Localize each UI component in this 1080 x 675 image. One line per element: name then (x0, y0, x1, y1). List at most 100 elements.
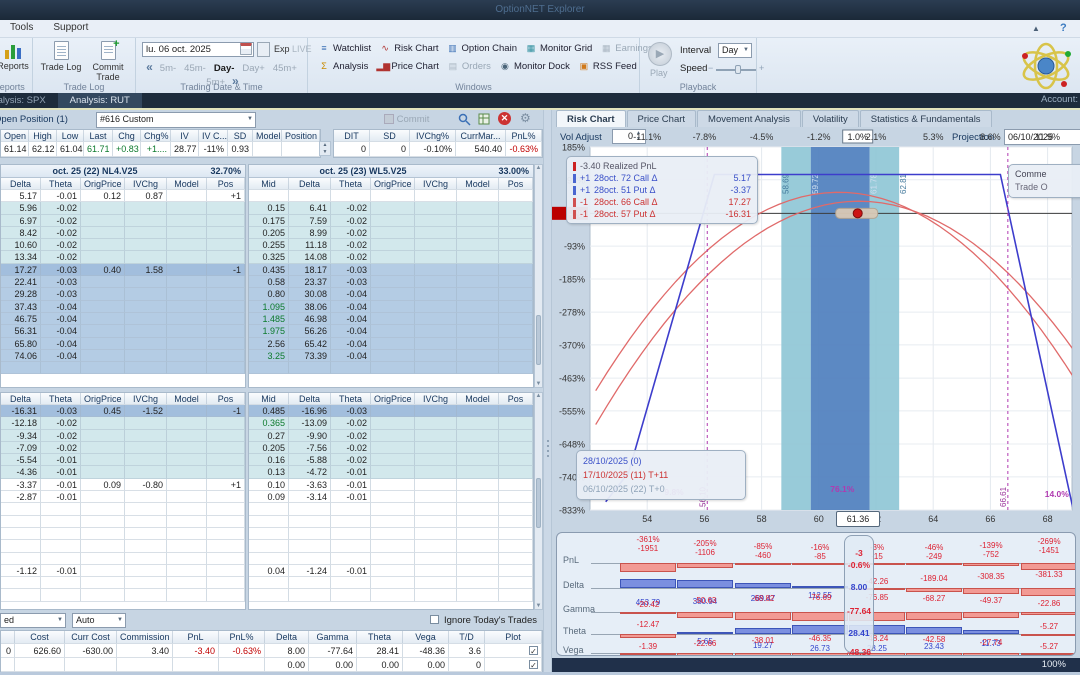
col-header[interactable]: Model (457, 178, 499, 190)
ribbon-item-option-chain[interactable]: ▥ Option Chain (447, 43, 517, 54)
comment-box[interactable]: Comme Trade O (1008, 164, 1080, 198)
col-header[interactable]: Pos (499, 393, 533, 405)
col-header[interactable]: IVChg (125, 393, 167, 405)
chain-row[interactable]: 5.96 -0.02 (1, 202, 245, 215)
tab-movement-analysis[interactable]: Movement Analysis (697, 110, 801, 127)
col-header[interactable]: Commission (117, 631, 173, 644)
chain-row[interactable]: 0.13 -4.72 -0.01 (249, 466, 533, 479)
chain-row[interactable] (1, 362, 245, 375)
col-header[interactable]: Model (167, 393, 207, 405)
chain-row[interactable] (249, 552, 533, 565)
exp-toggle[interactable]: Exp (274, 44, 290, 54)
col-header[interactable]: High (29, 130, 57, 142)
export-grid-icon[interactable] (478, 113, 491, 126)
analysis-tab-analysis-rut[interactable]: Analysis: RUT (57, 93, 142, 108)
col-header[interactable]: Chg% (141, 130, 171, 142)
tab-risk-chart[interactable]: Risk Chart (556, 110, 626, 127)
plot-checkbox[interactable]: ✓ (529, 660, 538, 670)
col-header[interactable]: Mid (249, 178, 289, 190)
ribbon-item-rss-feed[interactable]: ▣ RSS Feed (578, 61, 637, 72)
col-header[interactable]: IVChg% (410, 130, 456, 142)
chain-row[interactable] (249, 515, 533, 528)
time-step-day-[interactable]: Day+ (242, 63, 264, 74)
col-header[interactable]: Last (84, 130, 113, 142)
chain-row[interactable]: 0.80 30.08 -0.04 (249, 288, 533, 301)
time-step-45m-[interactable]: 45m+ (273, 63, 297, 74)
col-header[interactable]: Delta (289, 178, 331, 190)
col-header[interactable]: Theta (357, 631, 403, 644)
search-icon[interactable] (458, 113, 471, 126)
chain-row[interactable]: -3.37 -0.01 0.09 -0.80 +1 (1, 478, 245, 492)
menu-support[interactable]: Support (43, 20, 98, 33)
analysis-tab-analysis-spx[interactable]: Analysis: SPX (0, 93, 58, 108)
chain-row[interactable] (1, 503, 245, 516)
speed-plus-icon[interactable]: + (759, 63, 764, 73)
time-step-45m-[interactable]: 45m- (184, 63, 206, 74)
col-header[interactable]: DIT (334, 130, 370, 142)
expiry-group-header[interactable]: oct. 25 (23) WL5.V25 33.00% (249, 165, 533, 178)
tab-price-chart[interactable]: Price Chart (626, 110, 697, 127)
col-header[interactable]: Delta (265, 631, 309, 644)
chain-row[interactable] (249, 589, 533, 602)
time-step-5m-[interactable]: 5m- (160, 63, 176, 74)
chain-row[interactable]: 0.58 23.37 -0.03 (249, 276, 533, 289)
chain-row[interactable]: 0.175 7.59 -0.02 (249, 214, 533, 227)
tab-volatility[interactable]: Volatility (801, 110, 859, 127)
chain-row[interactable] (1, 589, 245, 602)
current-price-column[interactable]: -3 -0.6% 8.00 -77.64 28.41 -48.36 (844, 535, 874, 655)
speed-minus-icon[interactable]: − (708, 63, 713, 73)
col-header[interactable]: Pos (207, 393, 245, 405)
chain-row[interactable] (249, 190, 533, 203)
chain-row[interactable]: 0.205 -7.56 -0.02 (249, 441, 533, 455)
chain-row[interactable] (1, 515, 245, 528)
chain-row[interactable]: 0.04 -1.24 -0.01 (249, 564, 533, 578)
col-header[interactable]: Vega (403, 631, 449, 644)
calendar-icon[interactable] (240, 43, 252, 55)
chain-row[interactable]: 1.485 46.98 -0.04 (249, 312, 533, 326)
plot-checkbox[interactable]: ✓ (529, 646, 538, 656)
help-icon[interactable]: ? (1060, 22, 1067, 34)
auto-mode-select[interactable]: Auto ▼ (72, 613, 126, 628)
chain-row[interactable]: 13.34 -0.02 (1, 251, 245, 264)
col-header[interactable]: IVChg (415, 393, 457, 405)
chain-row[interactable]: -9.34 -0.02 (1, 429, 245, 442)
ribbon-item-monitor-dock[interactable]: ◉ Monitor Dock (499, 61, 570, 72)
chain-row[interactable]: 2.56 65.42 -0.04 (249, 337, 533, 350)
chain-row[interactable]: 46.75 -0.04 (1, 312, 245, 326)
title-bar[interactable]: OptionNET Explorer (0, 0, 1080, 20)
chain-row[interactable] (1, 527, 245, 541)
trade-log-button[interactable]: Trade Log (36, 41, 86, 72)
col-header[interactable]: Low (57, 130, 84, 142)
col-header[interactable] (1, 631, 15, 644)
col-header[interactable]: Chg (113, 130, 141, 142)
chain-row[interactable] (249, 577, 533, 590)
chain-row[interactable] (249, 503, 533, 516)
col-header[interactable]: Theta (41, 178, 81, 190)
col-header[interactable]: Open (1, 130, 29, 142)
chain-row[interactable] (1, 540, 245, 553)
chain-row[interactable]: 37.43 -0.04 (1, 300, 245, 313)
chain-row[interactable]: 0.10 -3.63 -0.01 (249, 478, 533, 492)
panel-splitter[interactable] (543, 110, 552, 672)
chain-row[interactable]: 0.27 -9.90 -0.02 (249, 429, 533, 442)
chain-row[interactable] (1, 577, 245, 590)
chain-row[interactable]: 22.41 -0.03 (1, 276, 245, 289)
commit-trade-button[interactable]: + Commit Trade (81, 38, 135, 82)
chain-row[interactable]: 8.42 -0.02 (1, 226, 245, 240)
ribbon-item-watchlist[interactable]: ≡ Watchlist (318, 43, 371, 54)
chain-row[interactable] (249, 527, 533, 541)
col-header[interactable]: Theta (41, 393, 81, 405)
col-header[interactable]: PnL% (506, 130, 542, 142)
scrollbar[interactable]: ▲ ▼ (534, 392, 543, 610)
chain-row[interactable]: 0.15 6.41 -0.02 (249, 202, 533, 215)
chain-row[interactable]: 0.365 -13.09 -0.02 (249, 417, 533, 430)
view-mode-select[interactable]: ed ▼ (0, 613, 66, 628)
chain-row[interactable] (1, 552, 245, 565)
chain-row[interactable]: -1.12 -0.01 (1, 564, 245, 578)
time-step-day-[interactable]: Day- (214, 63, 235, 74)
interval-select[interactable]: Day ▼ (718, 43, 752, 58)
col-header[interactable]: Theta (331, 178, 371, 190)
commit-button[interactable]: Commit (384, 114, 429, 125)
chain-row[interactable]: 74.06 -0.04 (1, 349, 245, 363)
ribbon-item-analysis[interactable]: Σ Analysis (318, 61, 368, 72)
